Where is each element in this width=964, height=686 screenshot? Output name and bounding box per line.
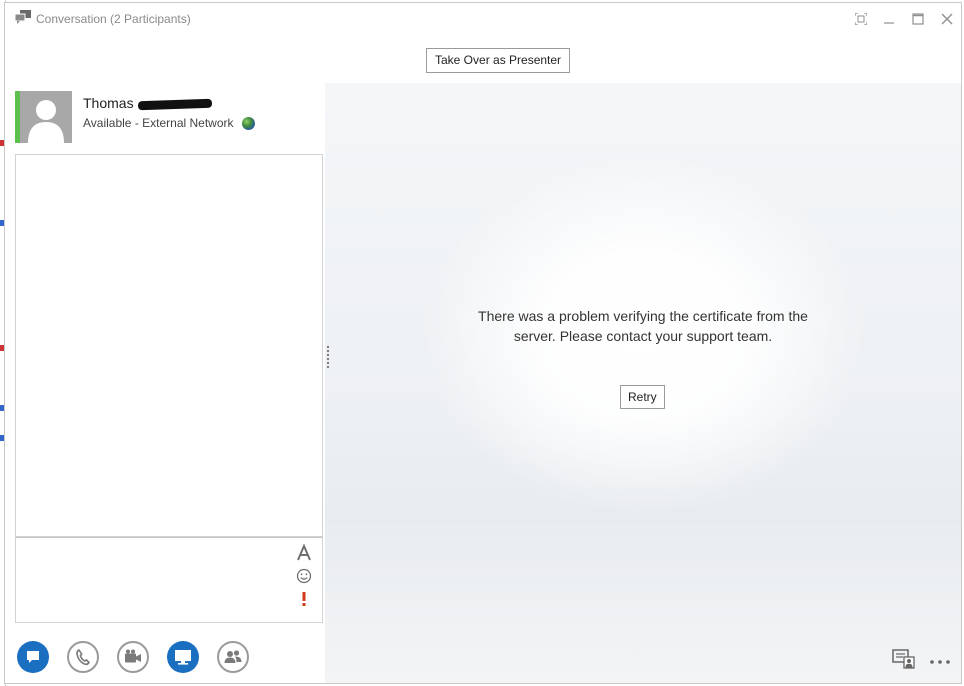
font-icon [297,543,311,561]
contact-card[interactable]: Thomas Available - External Network [15,91,315,145]
fullscreen-icon [854,12,868,26]
call-button[interactable] [67,641,99,673]
emoticon-icon [296,568,312,584]
maximize-icon [912,13,924,25]
default-person-icon [28,100,64,143]
conversation-details-icon [892,649,915,669]
contact-card-toggle-button[interactable] [892,649,916,674]
compact-view-button[interactable] [850,9,872,29]
contact-first-name: Thomas [83,95,134,111]
font-button[interactable] [294,543,314,567]
minimize-button[interactable] [878,9,900,29]
emoticon-button[interactable] [294,568,314,589]
title-bar[interactable]: Conversation (2 Participants) [5,3,961,35]
chat-bubble-icon [27,651,39,663]
present-button[interactable] [167,641,199,673]
contact-name: Thomas [83,95,212,111]
window-title: Conversation (2 Participants) [36,12,191,26]
status-text: Available - External Network [83,116,234,130]
participants-button[interactable] [217,641,249,673]
message-compose-area[interactable] [15,537,323,623]
importance-icon [302,592,306,606]
close-icon [941,13,953,25]
phone-icon [76,649,90,666]
redacted-surname [137,98,212,111]
video-camera-icon [125,649,141,663]
external-network-globe-icon [241,117,255,131]
conversation-history[interactable] [15,154,323,537]
contact-status: Available - External Network [83,116,255,131]
people-icon [224,650,242,663]
conversation-window: Conversation (2 Participants) Take Over [4,2,962,684]
retry-button[interactable]: Retry [620,385,665,409]
more-options-button[interactable] [929,653,951,671]
avatar[interactable] [20,91,72,143]
take-over-presenter-button[interactable]: Take Over as Presenter [426,48,571,73]
conversation-icon [15,10,31,24]
content-stage [325,83,961,683]
minimize-icon [884,22,894,24]
maximize-button[interactable] [907,9,929,29]
im-button[interactable] [17,641,49,673]
more-options-icon [930,660,950,664]
importance-button[interactable] [294,591,314,612]
close-button[interactable] [936,9,958,29]
monitor-icon [175,650,191,665]
certificate-error-message: There was a problem verifying the certif… [478,308,808,344]
video-button[interactable] [117,641,149,673]
pane-splitter-handle[interactable] [326,345,330,369]
